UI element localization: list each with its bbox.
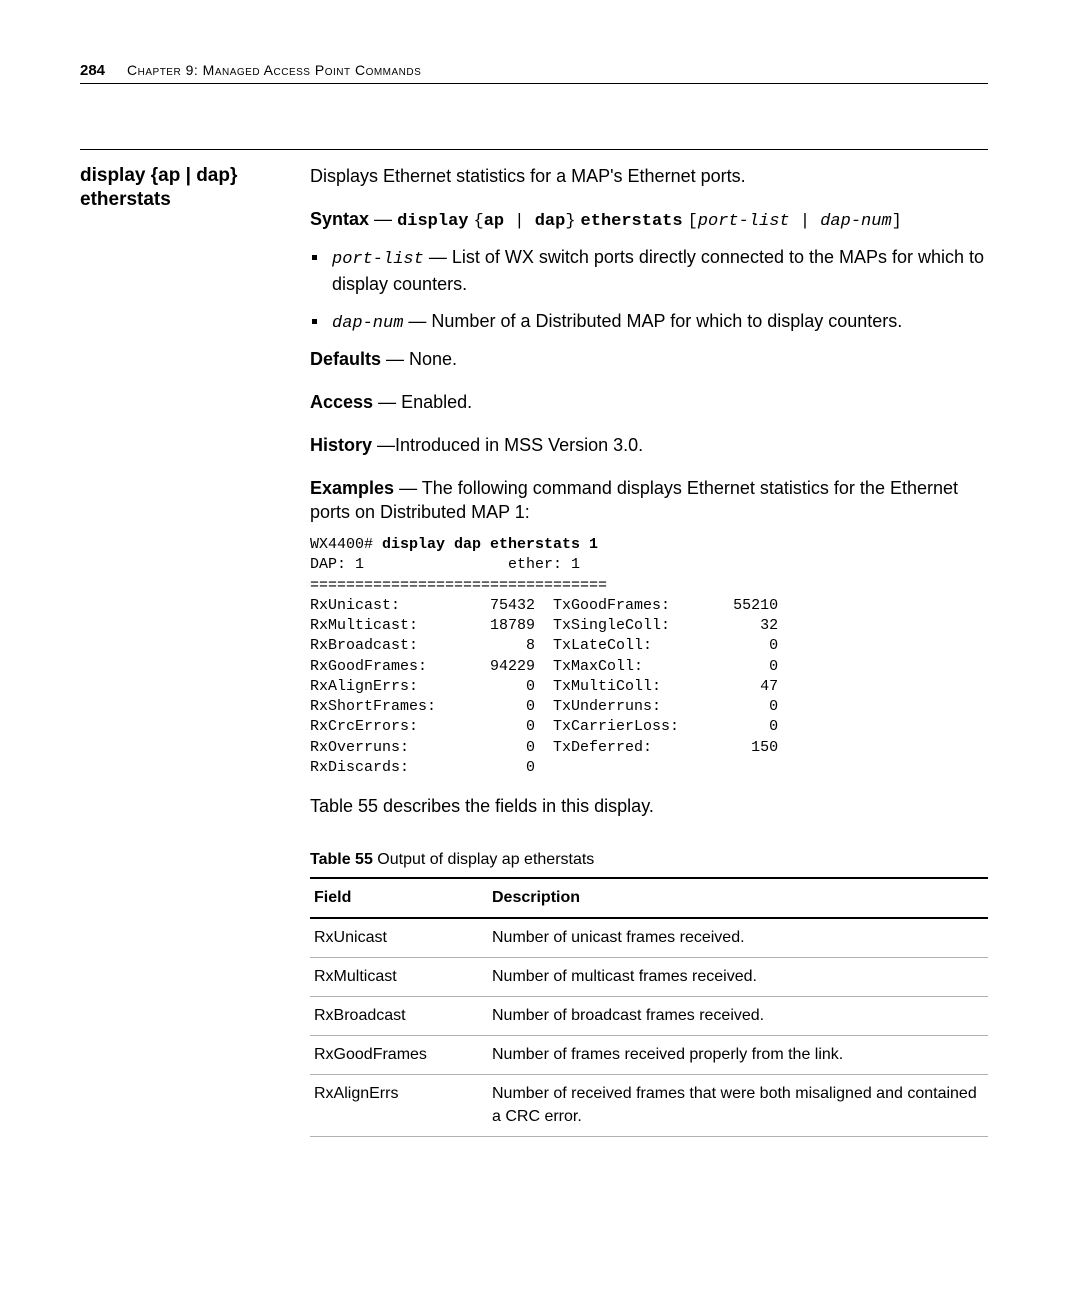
syntax-pipe2: |	[790, 212, 821, 231]
field-cell: RxUnicast	[310, 918, 488, 958]
examples-label: Examples	[310, 478, 394, 498]
syntax-etherstats: etherstats	[581, 212, 683, 231]
page-number: 284	[80, 62, 105, 79]
command-title-line1: display {ap | dap}	[80, 165, 237, 186]
syntax-label: Syntax	[310, 209, 369, 229]
terminal-output: WX4400# display dap etherstats 1 DAP: 1 …	[310, 535, 988, 778]
table-note: Table 55 describes the fields in this di…	[310, 794, 988, 819]
arg-code: port-list	[332, 250, 424, 269]
syntax-line: Syntax — display {ap | dap} etherstats […	[310, 207, 988, 233]
history-value: —Introduced in MSS Version 3.0.	[372, 435, 643, 455]
syntax-display: display	[397, 212, 468, 231]
table-row: RxGoodFrames Number of frames received p…	[310, 1036, 988, 1075]
access-label: Access	[310, 392, 373, 412]
table-caption: Output of display ap etherstats	[373, 851, 594, 868]
table-header-desc: Description	[488, 878, 988, 918]
chapter-title: Chapter 9: Managed Access Point Commands	[127, 62, 421, 78]
table-number: Table 55	[310, 851, 373, 868]
table-row: RxUnicast Number of unicast frames recei…	[310, 918, 988, 958]
arg-text: — List of WX switch ports directly conne…	[332, 247, 984, 293]
command-title-line2: etherstats	[80, 189, 171, 210]
syntax-ap: ap	[484, 212, 504, 231]
access-value: — Enabled.	[373, 392, 472, 412]
output-table: Field Description RxUnicast Number of un…	[310, 877, 988, 1137]
table-header-field: Field	[310, 878, 488, 918]
defaults-line: Defaults — None.	[310, 347, 988, 372]
arg-text: — Number of a Distributed MAP for which …	[403, 311, 902, 331]
list-item: dap-num — Number of a Distributed MAP fo…	[332, 309, 988, 335]
header-rule	[80, 83, 988, 84]
content-area: display {ap | dap} etherstats Displays E…	[80, 149, 988, 1137]
description: Displays Ethernet statistics for a MAP's…	[310, 164, 988, 189]
defaults-label: Defaults	[310, 349, 381, 369]
access-line: Access — Enabled.	[310, 390, 988, 415]
field-cell: RxGoodFrames	[310, 1036, 488, 1075]
desc-cell: Number of broadcast frames received.	[488, 997, 988, 1036]
list-item: port-list — List of WX switch ports dire…	[332, 245, 988, 296]
syntax-dap: dap	[535, 212, 566, 231]
table-row: RxBroadcast Number of broadcast frames r…	[310, 997, 988, 1036]
arg-code: dap-num	[332, 314, 403, 333]
table-title: Table 55 Output of display ap etherstats	[310, 849, 988, 871]
syntax-brace-close: }	[565, 212, 575, 231]
desc-cell: Number of frames received properly from …	[488, 1036, 988, 1075]
command-title: display {ap | dap} etherstats	[80, 164, 290, 212]
field-cell: RxBroadcast	[310, 997, 488, 1036]
syntax-pipe: |	[504, 212, 535, 231]
field-cell: RxMulticast	[310, 958, 488, 997]
page: 284 Chapter 9: Managed Access Point Comm…	[0, 0, 1080, 1177]
em-dash: —	[374, 209, 397, 229]
examples-text: — The following command displays Etherne…	[310, 478, 958, 523]
field-cell: RxAlignErrs	[310, 1075, 488, 1136]
main-column: Displays Ethernet statistics for a MAP's…	[310, 164, 988, 1137]
running-header: 284 Chapter 9: Managed Access Point Comm…	[80, 62, 988, 79]
syntax-dapnum: dap-num	[820, 212, 891, 231]
syntax-bracket-open: [	[688, 212, 698, 231]
argument-list: port-list — List of WX switch ports dire…	[310, 245, 988, 335]
table-row: RxMulticast Number of multicast frames r…	[310, 958, 988, 997]
examples-line: Examples — The following command display…	[310, 476, 988, 526]
table-row: RxAlignErrs Number of received frames th…	[310, 1075, 988, 1136]
desc-cell: Number of received frames that were both…	[488, 1075, 988, 1136]
desc-cell: Number of unicast frames received.	[488, 918, 988, 958]
sidebar: display {ap | dap} etherstats	[80, 164, 310, 1137]
history-line: History —Introduced in MSS Version 3.0.	[310, 433, 988, 458]
syntax-brace-open: {	[474, 212, 484, 231]
syntax-bracket-close: ]	[892, 212, 902, 231]
syntax-portlist: port-list	[698, 212, 790, 231]
history-label: History	[310, 435, 372, 455]
desc-cell: Number of multicast frames received.	[488, 958, 988, 997]
table-header-row: Field Description	[310, 878, 988, 918]
defaults-value: — None.	[381, 349, 457, 369]
